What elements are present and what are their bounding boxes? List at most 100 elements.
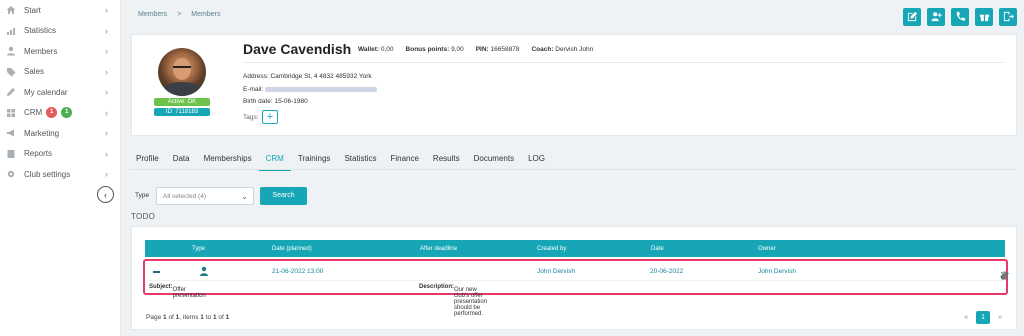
status-badge: Active: OK [154,98,210,106]
chevron-right-icon: › [105,66,108,77]
member-meta-line: Wallet: 0,00 Bonus points: 9,00 PIN: 166… [358,46,593,53]
pager-next-button[interactable]: » [998,314,1002,321]
sidebar-item-marketing[interactable]: Marketing › [0,123,120,144]
tab-statistics[interactable]: Statistics [337,150,383,171]
breadcrumb-current[interactable]: Members [191,11,220,18]
header-type[interactable]: Type [192,246,205,252]
subject-value: Offer presentation [172,287,206,299]
header-after-deadline[interactable]: After deadline [420,246,457,252]
pager-total: 1 [225,314,230,321]
top-action-bar [903,8,1017,26]
subject-label: Subject: [149,284,173,290]
header-date-planned[interactable]: Date (planned) [272,246,312,252]
gear-icon [6,169,16,179]
pager-current-page[interactable]: 1 [976,311,991,324]
description-value: Our new club's offer presentation should… [454,287,488,317]
chevron-right-icon: › [105,46,108,56]
main-content: Members > Members Active: OK ID: 7118183… [121,0,1024,336]
chevron-right-icon: › [105,148,108,159]
tab-trainings[interactable]: Trainings [291,150,338,171]
email-field: E-mail: [243,86,378,93]
sidebar-item-start[interactable]: Start › [0,0,120,21]
chevron-right-icon: › [105,107,108,118]
grid-icon [6,108,16,118]
wallet-value: 0,00 [380,46,394,53]
sidebar-item-sales[interactable]: Sales › [0,62,120,83]
todo-panel: Type Date (planned) After deadline Creat… [131,226,1017,330]
address-label: Address: [243,73,269,80]
member-tabs: Profile Data Memberships CRM Trainings S… [129,150,552,171]
coach-info: Coach: Dervish John [531,46,593,53]
collapse-sidebar-button[interactable]: ‹ [97,186,114,203]
search-button[interactable]: Search [260,187,307,205]
add-tag-button[interactable]: + [262,110,278,124]
pager-to-value: 1 [212,314,217,321]
user-icon [6,46,16,56]
book-icon [6,149,16,159]
todo-row-main: 21-06-2022 13:00 John Dervish 20-06-2022… [147,263,1009,281]
birth-value: 15-06-1980 [274,98,308,105]
add-user-icon [930,11,942,24]
person-task-icon [199,266,209,276]
edit-member-button[interactable] [903,8,921,26]
sidebar-item-reports[interactable]: Reports › [0,144,120,165]
chevron-down-icon: ⌄ [241,192,248,201]
crm-green-badge: 1 [61,107,73,119]
chart-icon [6,26,16,36]
table-row[interactable]: 21-06-2022 13:00 John Dervish 20-06-2022… [143,259,1009,317]
sidebar-item-label: Sales [24,67,45,77]
sidebar-item-label: My calendar [24,87,68,97]
call-button[interactable] [951,8,969,26]
edit-icon [907,11,918,24]
tab-data[interactable]: Data [166,150,197,171]
tab-results[interactable]: Results [426,150,467,171]
pin-value: 16658878 [490,46,520,53]
sidebar-item-crm[interactable]: CRM 1 1 › [0,103,120,124]
member-profile-card: Active: OK ID: 7118183 Dave Cavendish Wa… [131,34,1017,136]
pen-icon [6,87,16,97]
type-select[interactable]: All selected (4) ⌄ [156,187,254,205]
tab-memberships[interactable]: Memberships [197,150,259,171]
birth-label: Birth date: [243,98,273,105]
description-text: Description: Our new club's offer presen… [419,284,487,317]
sidebar-item-members[interactable]: Members › [0,41,120,62]
sidebar-item-my-calendar[interactable]: My calendar › [0,82,120,103]
email-label: E-mail: [243,86,264,93]
header-owner[interactable]: Owner [758,246,776,252]
address-value: Cambridge St, 4 4832 485932 York [270,73,372,80]
sidebar-item-label: Reports [24,149,53,159]
tab-documents[interactable]: Documents [467,150,521,171]
subject-text: Subject: Offer presentation [149,284,206,299]
todo-section-title: TODO [131,212,156,221]
sidebar-item-label: Members [24,46,58,56]
sidebar-item-statistics[interactable]: Statistics › [0,21,120,42]
todo-row-details: Subject: Offer presentation Description:… [147,280,1004,317]
pager-of2: of [218,314,224,321]
add-user-button[interactable] [927,8,945,26]
table-header: Type Date (planned) After deadline Creat… [145,240,1005,257]
tab-log[interactable]: LOG [521,150,552,171]
header-date[interactable]: Date [651,246,664,252]
chevron-right-icon: › [105,25,108,36]
gift-button[interactable] [975,8,993,26]
pager-prefix: Page [146,314,162,321]
tab-crm[interactable]: CRM [258,150,291,171]
header-created-by[interactable]: Created by [537,246,566,252]
breadcrumb-members-link[interactable]: Members [138,11,167,18]
row-owner: John Dervish [758,268,796,275]
collapse-row-icon[interactable] [153,271,160,273]
pagination: « 1 » [964,311,1002,324]
pager-items-label: , items [179,314,199,321]
coach-value: Dervish John [555,46,594,53]
coach-label: Coach: [531,46,554,53]
member-id-badge: ID: 7118183 [154,108,210,116]
gift-icon [979,11,990,24]
sidebar-item-club-settings[interactable]: Club settings › [0,164,120,185]
tab-profile[interactable]: Profile [129,150,166,171]
crm-red-badge: 1 [46,107,58,119]
email-value-redacted [265,86,378,92]
logout-button[interactable] [999,8,1017,26]
tab-finance[interactable]: Finance [383,150,425,171]
pager-from: 1 [200,314,204,321]
pager-prev-button[interactable]: « [964,314,968,321]
